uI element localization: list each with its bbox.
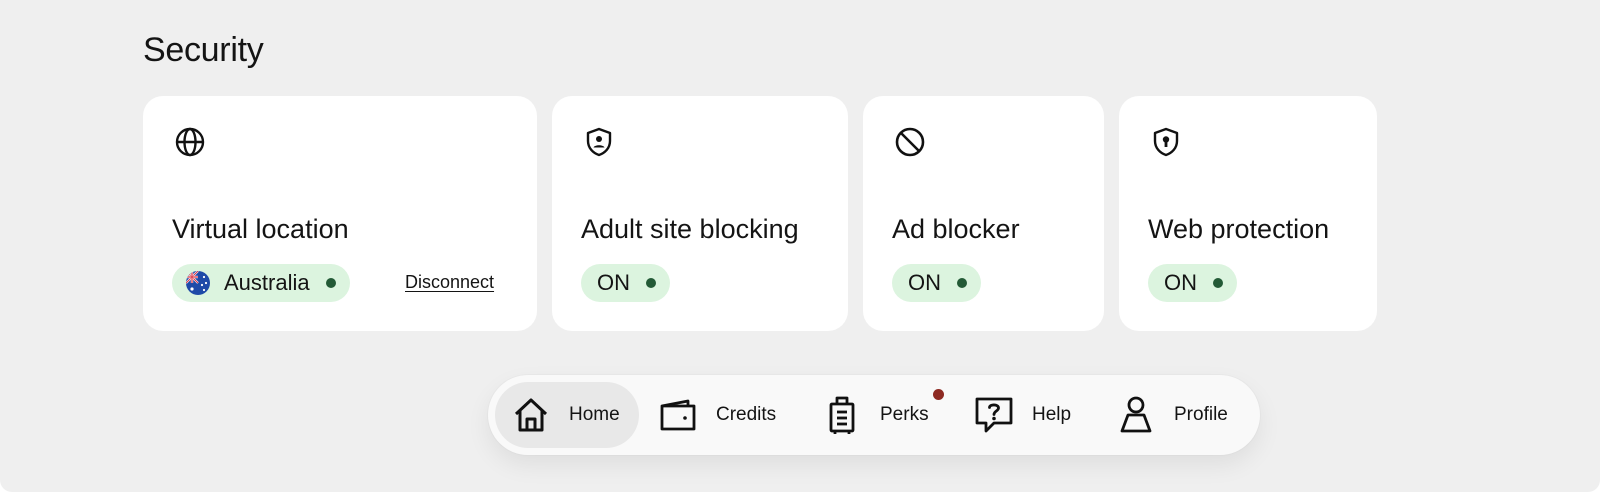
- nav-label: Home: [569, 404, 620, 425]
- app-window: Security Virtual location Australia Disc…: [0, 0, 1600, 492]
- status-badge: ON: [1148, 264, 1237, 302]
- nav-item-home[interactable]: Home: [495, 382, 639, 448]
- card-ad-blocker[interactable]: Ad blocker ON: [863, 96, 1104, 331]
- globe-icon: [175, 127, 205, 157]
- card-virtual-location[interactable]: Virtual location Australia Disconnect: [143, 96, 537, 331]
- shield-keyhole-icon: [1153, 127, 1179, 157]
- wallet-icon: [660, 399, 696, 431]
- nav-item-perks[interactable]: Perks: [822, 382, 942, 448]
- status-dot: [957, 278, 967, 288]
- status-label: ON: [908, 270, 941, 295]
- status-label: ON: [597, 270, 630, 295]
- nav-label: Help: [1032, 404, 1072, 425]
- australia-flag-icon: [186, 271, 210, 295]
- nav-label: Profile: [1174, 404, 1228, 425]
- nav-item-credits[interactable]: Credits: [658, 382, 798, 448]
- location-label: Australia: [224, 270, 310, 295]
- card-adult-site-blocking[interactable]: Adult site blocking ON: [552, 96, 848, 331]
- disconnect-link[interactable]: Disconnect: [405, 272, 494, 293]
- card-web-protection[interactable]: Web protection ON: [1119, 96, 1377, 331]
- block-icon: [895, 127, 925, 157]
- location-pill[interactable]: Australia: [172, 264, 350, 302]
- nav-label: Perks: [880, 404, 929, 425]
- status-dot: [325, 278, 336, 288]
- bottom-nav: Home Credits Perks Help Profile: [488, 375, 1260, 455]
- status-badge: ON: [892, 264, 981, 302]
- home-icon: [514, 398, 548, 432]
- card-title: Virtual location: [172, 214, 349, 244]
- nav-item-profile[interactable]: Profile: [1116, 382, 1246, 448]
- luggage-icon: [829, 396, 855, 434]
- notification-badge: [933, 389, 944, 400]
- status-label: ON: [1164, 270, 1197, 295]
- section-title: Security: [143, 31, 264, 69]
- profile-icon: [1120, 396, 1152, 433]
- shield-person-icon: [586, 127, 612, 157]
- card-title: Web protection: [1148, 214, 1330, 244]
- status-badge: ON: [581, 264, 670, 302]
- card-title: Adult site blocking: [581, 214, 799, 244]
- nav-label: Credits: [716, 404, 777, 425]
- status-dot: [1213, 278, 1223, 288]
- nav-item-help[interactable]: Help: [974, 382, 1084, 448]
- card-title: Ad blocker: [892, 214, 1020, 244]
- status-dot: [646, 278, 656, 288]
- help-bubble-icon: [975, 397, 1013, 433]
